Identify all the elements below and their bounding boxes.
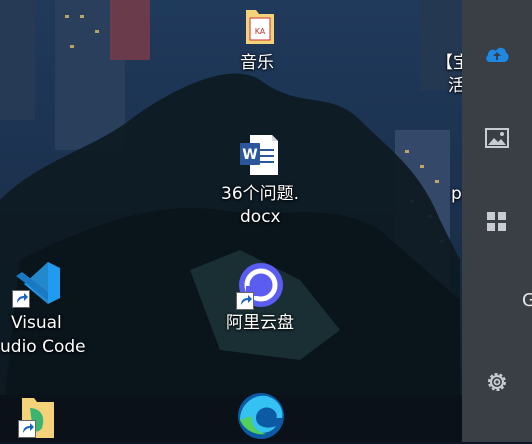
shortcut-arrow-icon [18,420,36,438]
right-side-panel: G [462,0,532,442]
aliyun-drive-icon[interactable] [236,260,286,310]
vscode-icon[interactable] [12,258,62,308]
settings-gear-icon [488,373,506,391]
folder-shortcut-icon[interactable] [18,394,58,438]
word-document-label-line1[interactable]: 36个问题. [221,183,299,206]
music-folder-label[interactable]: 音乐 [240,52,274,75]
vscode-label-line1[interactable]: Visual [11,312,62,335]
music-folder-icon[interactable]: KA [244,4,276,46]
shortcut-arrow-icon [236,292,254,310]
vscode-label-line2[interactable]: udio Code [0,336,86,359]
image-button[interactable] [462,118,532,158]
svg-text:W: W [242,147,257,163]
image-icon [485,128,509,148]
shortcut-arrow-icon [12,290,30,308]
word-document-label-line2[interactable]: docx [240,206,281,229]
edge-browser-icon[interactable] [236,390,286,440]
settings-button[interactable] [462,362,532,402]
partial-letter: G [522,290,532,311]
cloud-upload-icon [486,47,509,62]
aliyun-drive-label[interactable]: 阿里云盘 [226,312,294,335]
word-document-icon[interactable]: W [240,133,280,177]
partial-desktop-label-3[interactable]: p [451,183,462,206]
apps-grid-button[interactable] [462,202,532,242]
cloud-upload-button[interactable] [462,34,532,74]
svg-text:KA: KA [255,27,266,36]
grid-apps-icon [487,212,506,231]
